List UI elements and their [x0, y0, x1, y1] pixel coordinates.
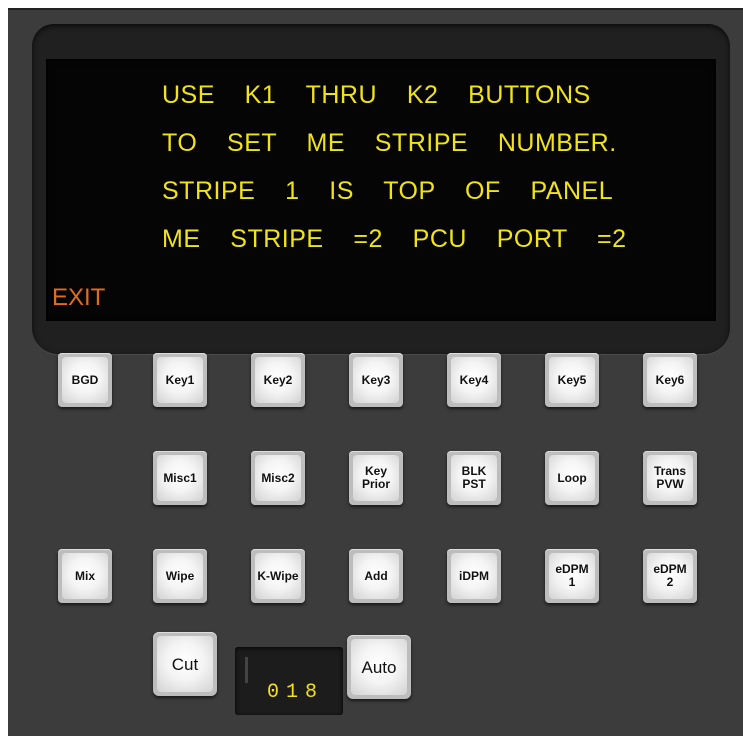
k-wipe-button[interactable]: K-Wipe — [251, 549, 305, 603]
key4-button-label: Key4 — [451, 357, 497, 403]
counter-indicator — [245, 657, 248, 683]
trans-pvw-button[interactable]: Trans PVW — [643, 451, 697, 505]
trans-pvw-button-label: Trans PVW — [647, 455, 693, 501]
key2-button-label: Key2 — [255, 357, 301, 403]
key-prior-button[interactable]: Key Prior — [349, 451, 403, 505]
control-panel: USE K1 THRU K2 BUTTONS TO SET ME STRIPE … — [8, 8, 743, 736]
cut-button-label: Cut — [157, 636, 213, 692]
key5-button-label: Key5 — [549, 357, 595, 403]
mix-button[interactable]: Mix — [58, 549, 112, 603]
misc2-button-label: Misc2 — [255, 455, 301, 501]
key3-button-label: Key3 — [353, 357, 399, 403]
key1-button-label: Key1 — [157, 357, 203, 403]
k-wipe-button-label: K-Wipe — [255, 553, 301, 599]
bgd-button-label: BGD — [62, 357, 108, 403]
display-bezel: USE K1 THRU K2 BUTTONS TO SET ME STRIPE … — [32, 24, 730, 354]
display-line-4: ME STRIPE =2 PCU PORT =2 — [162, 225, 627, 253]
display-line-3: STRIPE 1 IS TOP OF PANEL — [162, 177, 614, 205]
add-button-label: Add — [353, 553, 399, 599]
key-prior-button-label: Key Prior — [353, 455, 399, 501]
misc1-button[interactable]: Misc1 — [153, 451, 207, 505]
mix-button-label: Mix — [62, 553, 108, 599]
idpm-button-label: iDPM — [451, 553, 497, 599]
lcd-display: USE K1 THRU K2 BUTTONS TO SET ME STRIPE … — [46, 59, 716, 321]
misc2-button[interactable]: Misc2 — [251, 451, 305, 505]
counter-display: 018 — [235, 647, 343, 715]
cut-button[interactable]: Cut — [153, 632, 217, 696]
misc1-button-label: Misc1 — [157, 455, 203, 501]
key2-button[interactable]: Key2 — [251, 353, 305, 407]
blk-pst-button[interactable]: BLK PST — [447, 451, 501, 505]
auto-button-label: Auto — [351, 639, 407, 695]
edpm2-button-label: eDPM 2 — [647, 553, 693, 599]
key1-button[interactable]: Key1 — [153, 353, 207, 407]
blk-pst-button-label: BLK PST — [451, 455, 497, 501]
wipe-button[interactable]: Wipe — [153, 549, 207, 603]
bgd-button[interactable]: BGD — [58, 353, 112, 407]
display-line-2: TO SET ME STRIPE NUMBER. — [162, 129, 617, 157]
key6-button[interactable]: Key6 — [643, 353, 697, 407]
add-button[interactable]: Add — [349, 549, 403, 603]
edpm1-button[interactable]: eDPM 1 — [545, 549, 599, 603]
key5-button[interactable]: Key5 — [545, 353, 599, 407]
display-line-1: USE K1 THRU K2 BUTTONS — [162, 81, 591, 109]
loop-button[interactable]: Loop — [545, 451, 599, 505]
key6-button-label: Key6 — [647, 357, 693, 403]
edpm1-button-label: eDPM 1 — [549, 553, 595, 599]
exit-softkey-label[interactable]: EXIT — [52, 284, 105, 312]
idpm-button[interactable]: iDPM — [447, 549, 501, 603]
key3-button[interactable]: Key3 — [349, 353, 403, 407]
counter-value: 018 — [267, 681, 325, 704]
key4-button[interactable]: Key4 — [447, 353, 501, 407]
loop-button-label: Loop — [549, 455, 595, 501]
edpm2-button[interactable]: eDPM 2 — [643, 549, 697, 603]
wipe-button-label: Wipe — [157, 553, 203, 599]
auto-button[interactable]: Auto — [347, 635, 411, 699]
